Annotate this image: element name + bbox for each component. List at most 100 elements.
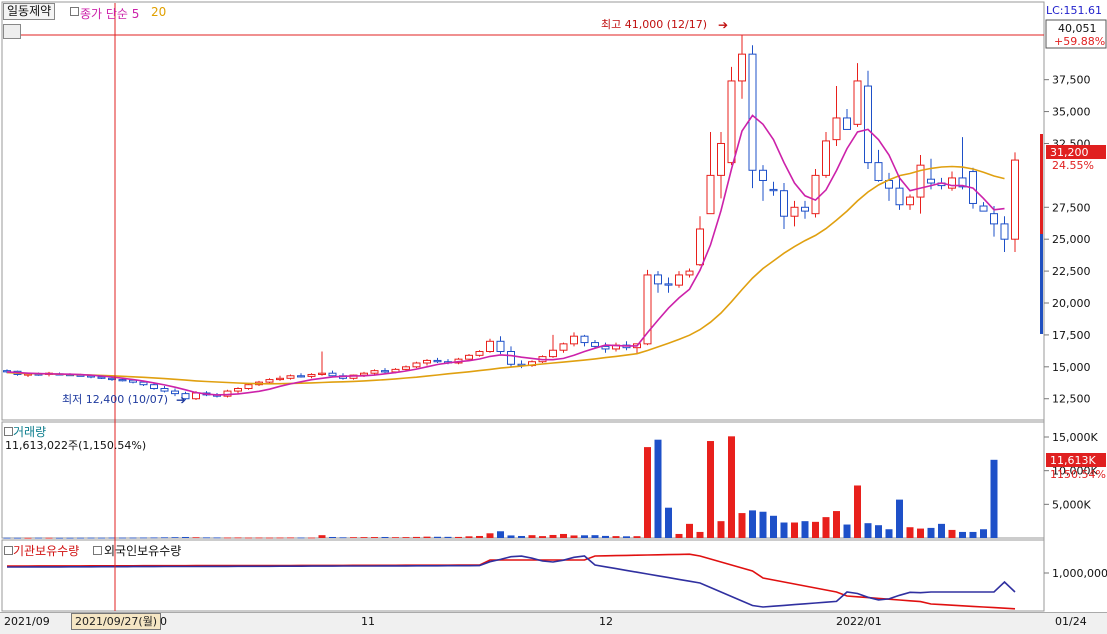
foreign-toggle-checkbox[interactable]	[93, 546, 102, 555]
volume-bar	[885, 529, 893, 538]
price-y-axis: 37,50035,00032,50027,50025,00022,50020,0…	[1044, 74, 1091, 406]
volume-bar	[3, 537, 11, 539]
volume-bar	[339, 537, 347, 539]
candle-body	[307, 373, 316, 377]
volume-bar	[854, 485, 861, 538]
price-tick-label: 17,500	[1052, 329, 1091, 342]
candle-body	[570, 335, 578, 345]
candle-body	[486, 340, 494, 353]
volume-bar	[654, 439, 662, 538]
ma5-toggle-checkbox[interactable]	[70, 7, 79, 16]
inst-toggle-checkbox[interactable]	[4, 546, 13, 555]
candle-body	[790, 206, 799, 217]
volume-bar	[581, 535, 588, 538]
volume-toggle-checkbox[interactable]	[4, 427, 13, 436]
volume-bar	[969, 531, 977, 538]
volume-bar	[98, 537, 105, 539]
volume-bar	[203, 537, 210, 539]
max-value-pct: +59.88%	[1054, 35, 1105, 48]
volume-bar	[413, 536, 420, 538]
candle-body	[433, 359, 442, 363]
volume-bar	[308, 537, 315, 539]
volume-bar	[780, 522, 788, 538]
volume-bar	[665, 507, 672, 538]
holding-y-tick: 1,000,000	[1052, 567, 1107, 580]
volume-bar	[518, 535, 525, 538]
volume-bar	[864, 523, 872, 538]
x-label-12: 12	[599, 615, 613, 628]
high-arrow: ➔	[718, 18, 728, 32]
volume-bar	[539, 536, 546, 538]
right-blue-bar	[1040, 234, 1043, 334]
candle-body	[465, 354, 473, 360]
candle-body	[412, 362, 421, 368]
candle-body	[780, 190, 788, 217]
candle-body	[1011, 159, 1019, 240]
price-tick-label: 20,000	[1052, 297, 1091, 310]
candle-body	[906, 196, 914, 206]
candle-body	[727, 80, 736, 164]
candle-body	[738, 53, 746, 82]
volume-bar	[707, 441, 714, 538]
volume-bar	[633, 536, 641, 538]
candle-body	[948, 177, 956, 189]
volume-bar	[843, 524, 851, 538]
volume-bar	[728, 436, 735, 538]
candle-body	[139, 381, 148, 386]
price-tick-label: 15,000	[1052, 361, 1091, 374]
price-tick-label: 25,000	[1052, 233, 1091, 246]
stock-name-selector[interactable]: 일동제약	[3, 3, 56, 20]
volume-bar	[675, 533, 683, 538]
volume-bar	[119, 537, 126, 539]
candle-body	[843, 117, 851, 130]
current-volume-pct: 1150.54%	[1050, 468, 1106, 481]
candle-body	[811, 174, 820, 215]
ma5-legend: 종가 단순 5	[80, 7, 140, 21]
volume-bar	[696, 531, 704, 538]
max-value: 40,051	[1058, 22, 1097, 35]
candle-body	[192, 392, 200, 400]
volume-bar	[266, 537, 273, 539]
x-label-2022-01: 2022/01	[836, 615, 882, 628]
volume-bar	[182, 536, 189, 538]
volume-bar	[56, 537, 63, 539]
candle-body	[580, 335, 589, 344]
volume-bar	[833, 511, 840, 538]
candle-body	[402, 366, 410, 370]
volume-bar	[791, 522, 798, 538]
volume-bar	[822, 517, 830, 538]
candle-body	[328, 372, 337, 377]
volume-bar	[360, 537, 368, 538]
volume-bar	[371, 537, 378, 538]
candle-body	[234, 388, 242, 392]
price-tick-label: 12,500	[1052, 393, 1091, 406]
candle-body	[496, 340, 505, 353]
candle-body	[769, 188, 778, 192]
volume-bar	[465, 536, 473, 538]
candle-body	[549, 349, 557, 358]
candle-body	[423, 359, 431, 364]
candle-body	[1000, 223, 1009, 240]
volume-bar	[623, 536, 630, 538]
volume-bar	[507, 535, 515, 538]
price-tick-label: 37,500	[1052, 74, 1091, 87]
volume-bar	[759, 511, 767, 538]
volume-bar	[161, 537, 168, 539]
volume-bar	[927, 527, 935, 538]
candle-body	[696, 228, 704, 266]
low-arrow: ➔	[176, 393, 186, 407]
x-label-11: 11	[361, 615, 375, 628]
panel-menu-button[interactable]	[3, 24, 21, 39]
current-price-value: 31,200	[1050, 146, 1089, 159]
candle-body	[853, 80, 862, 125]
candle-body	[160, 388, 169, 392]
candle-body	[286, 375, 295, 379]
volume-bar	[476, 535, 483, 538]
candle-body	[664, 283, 673, 286]
volume-bar	[528, 535, 536, 538]
candle-body	[475, 351, 484, 356]
volume-bar	[255, 537, 263, 539]
volume-bar	[570, 535, 578, 538]
volume-bar	[938, 523, 945, 538]
volume-bar	[549, 534, 557, 538]
